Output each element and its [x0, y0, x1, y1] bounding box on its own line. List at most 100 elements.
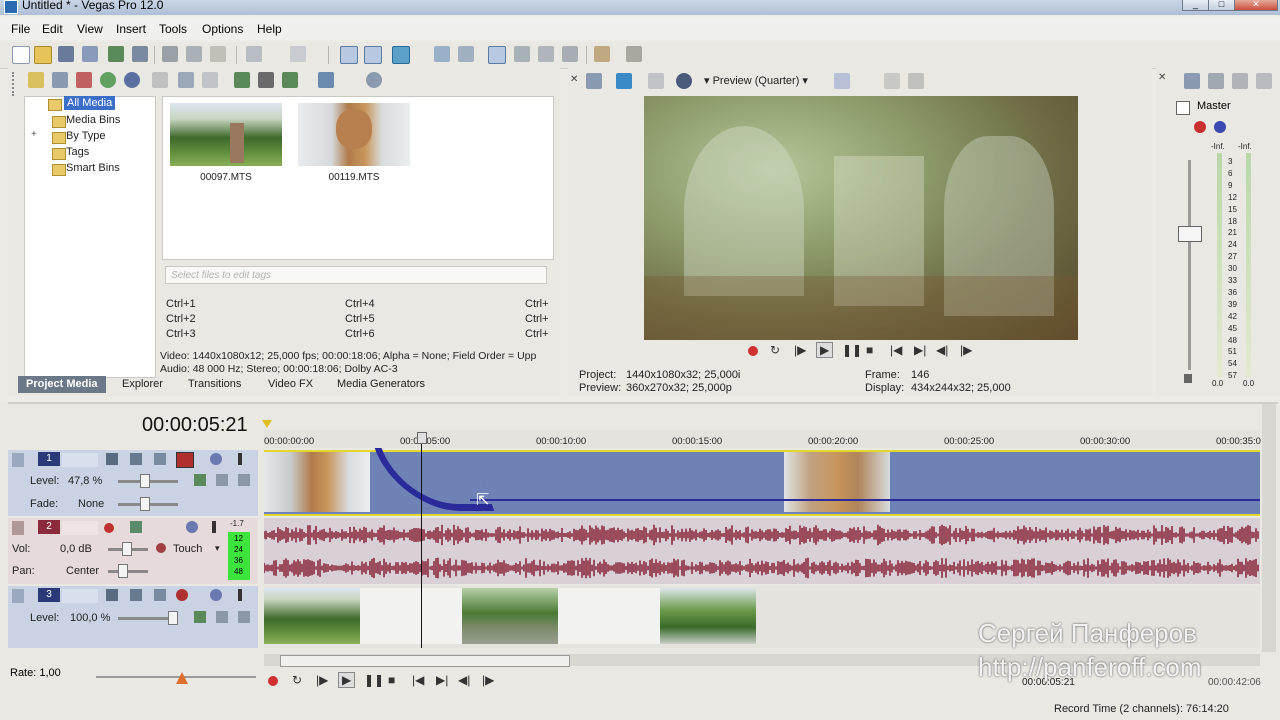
make-compositing-child-icon[interactable]	[238, 611, 250, 623]
shortcut-tag[interactable]: Ctrl+	[525, 313, 549, 325]
search-media-icon[interactable]	[124, 72, 140, 88]
mute-icon[interactable]	[186, 521, 198, 533]
track-minimize-icon[interactable]	[12, 521, 24, 535]
pause-icon[interactable]: ❚❚	[842, 343, 862, 357]
next-frame-icon[interactable]: |▶	[960, 343, 972, 357]
get-media-web-icon[interactable]	[76, 72, 92, 88]
video-clip-00097[interactable]	[264, 588, 756, 644]
composite-mode-icon[interactable]	[130, 589, 142, 601]
lock-icon[interactable]	[1184, 374, 1192, 383]
master-fx-icon[interactable]	[1184, 73, 1200, 89]
track-header-audio-2[interactable]: 2 -1.7 12 24 36 48 Vol: 0,0 dB Touch ▾ Pan:…	[8, 518, 258, 584]
record-icon[interactable]	[748, 346, 758, 356]
track-fx-icon[interactable]	[176, 452, 194, 468]
automation-mode[interactable]: Touch	[173, 543, 202, 555]
chevron-down-icon[interactable]: ▾	[215, 543, 220, 554]
previous-frame-icon[interactable]: ◀|	[936, 343, 948, 357]
auto-crossfade-icon[interactable]	[514, 46, 530, 62]
level-slider-knob[interactable]	[168, 611, 178, 625]
shortcut-tag[interactable]: Ctrl+1	[166, 298, 196, 310]
shortcut-tag[interactable]: Ctrl+	[525, 298, 549, 310]
color-picker-icon[interactable]	[594, 46, 610, 62]
close-icon[interactable]: ✕	[570, 74, 578, 85]
project-settings-icon[interactable]	[586, 73, 602, 89]
media-fx-icon[interactable]	[178, 72, 194, 88]
tree-expand-icon[interactable]: +	[31, 129, 37, 140]
envelope-edit-tool-icon[interactable]	[364, 46, 382, 64]
record-icon[interactable]	[268, 676, 278, 686]
media-thumb-00119[interactable]	[298, 103, 410, 166]
menu-edit[interactable]: Edit	[42, 22, 63, 36]
menu-file[interactable]: File	[11, 22, 30, 36]
solo-icon[interactable]	[212, 521, 216, 533]
minimize-button[interactable]: _	[1182, 0, 1209, 11]
fade-slider-knob[interactable]	[140, 497, 150, 511]
vertical-scrollbar[interactable]	[1262, 404, 1276, 652]
mute-icon[interactable]	[210, 589, 222, 601]
rate-slider-knob[interactable]	[176, 672, 188, 684]
solo-icon[interactable]	[238, 453, 242, 465]
tree-item-tags[interactable]: Tags	[66, 146, 89, 158]
stop-icon[interactable]: ■	[388, 673, 395, 687]
tab-media-generators[interactable]: Media Generators	[337, 376, 425, 393]
auto-preview-icon[interactable]	[282, 72, 298, 88]
next-frame-icon[interactable]: |▶	[482, 673, 494, 687]
new-project-icon[interactable]	[12, 46, 30, 64]
pan-slider-knob[interactable]	[118, 564, 128, 578]
remove-media-icon[interactable]	[152, 72, 168, 88]
stop-icon[interactable]: ■	[866, 343, 873, 357]
tree-item-all-media[interactable]: All Media	[64, 96, 116, 110]
make-compositing-child-icon[interactable]	[238, 474, 250, 486]
shortcut-tag[interactable]: Ctrl+2	[166, 313, 196, 325]
overlays-icon[interactable]	[834, 73, 850, 89]
tree-item-media-bins[interactable]: Media Bins	[66, 114, 120, 126]
auto-ripple-icon[interactable]	[458, 46, 474, 62]
mute-icon[interactable]	[210, 453, 222, 465]
master-fader-knob[interactable]	[1178, 226, 1202, 242]
pause-icon[interactable]: ❚❚	[364, 673, 384, 687]
expand-compositing-icon[interactable]	[194, 474, 206, 486]
bypass-motion-blur-icon[interactable]	[154, 453, 166, 465]
composite-mode-icon[interactable]	[130, 453, 142, 465]
split-screen-icon[interactable]	[676, 73, 692, 89]
composite-level-envelope[interactable]	[470, 499, 1260, 501]
track-minimize-icon[interactable]	[12, 453, 24, 467]
shortcut-tag[interactable]: Ctrl+4	[345, 298, 375, 310]
tree-item-by-type[interactable]: By Type	[66, 130, 106, 142]
menu-options[interactable]: Options	[202, 22, 243, 36]
previous-frame-icon[interactable]: ◀|	[458, 673, 470, 687]
play-icon[interactable]: ▶	[338, 672, 356, 688]
master-mute-icon[interactable]	[1214, 121, 1226, 133]
track-motion-icon[interactable]	[106, 589, 118, 601]
master-downmix-icon[interactable]	[1232, 73, 1248, 89]
video-fx-icon[interactable]	[648, 73, 664, 89]
go-to-start-icon[interactable]: |◀	[890, 343, 902, 357]
master-mute-icon[interactable]	[1208, 73, 1224, 89]
tree-item-smart-bins[interactable]: Smart Bins	[66, 162, 120, 174]
stop-media-icon[interactable]	[258, 72, 274, 88]
automation-settings-icon[interactable]	[156, 543, 166, 553]
play-icon[interactable]: ▶	[816, 342, 834, 358]
menu-help[interactable]: Help	[257, 22, 282, 36]
menu-tools[interactable]: Tools	[159, 22, 187, 36]
cut-icon[interactable]	[162, 46, 178, 62]
track-name-field[interactable]	[62, 521, 98, 535]
tab-video-fx[interactable]: Video FX	[268, 376, 313, 393]
video-clip-00119-end[interactable]	[784, 452, 890, 512]
undo-icon[interactable]	[246, 46, 262, 62]
expand-compositing-icon[interactable]	[194, 611, 206, 623]
zoom-edit-tool-icon[interactable]	[434, 46, 450, 62]
menu-insert[interactable]: Insert	[116, 22, 146, 36]
lock-envelopes-icon[interactable]	[538, 46, 554, 62]
track-fx-icon[interactable]	[176, 589, 188, 601]
master-options-icon[interactable]	[1256, 73, 1272, 89]
master-fx-chain-icon[interactable]	[1194, 121, 1206, 133]
snapping-icon[interactable]	[488, 46, 506, 64]
track-name-field[interactable]	[62, 589, 98, 603]
scrollbar-thumb[interactable]	[280, 655, 570, 667]
track-name-field[interactable]	[62, 453, 98, 467]
views-icon[interactable]	[318, 72, 334, 88]
go-to-end-icon[interactable]: ▶|	[914, 343, 926, 357]
track-header-video-3[interactable]: 3 Level: 100,0 %	[8, 586, 258, 648]
paste-icon[interactable]	[210, 46, 226, 62]
